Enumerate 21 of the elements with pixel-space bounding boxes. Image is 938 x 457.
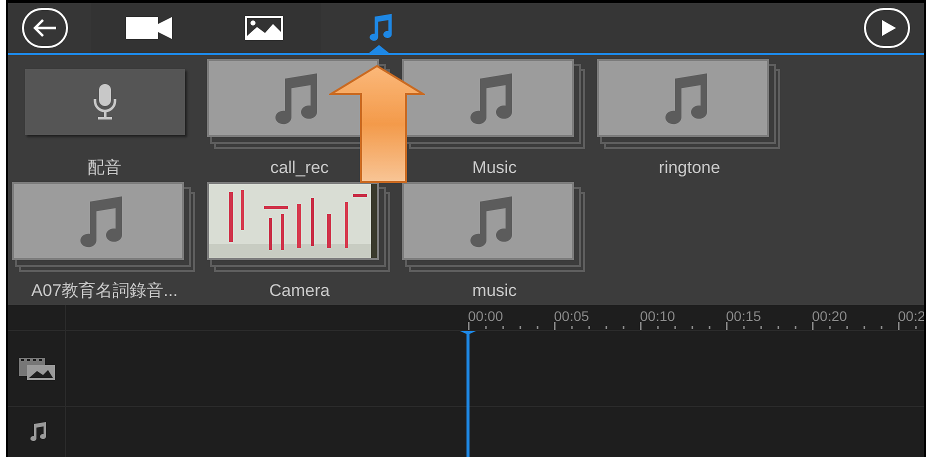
media-label[interactable]: Music <box>472 158 517 178</box>
media-label[interactable]: 配音 <box>88 158 122 178</box>
back-arrow-icon <box>32 18 58 38</box>
back-button[interactable] <box>22 8 68 48</box>
voiceover-button[interactable] <box>24 69 184 135</box>
media-label[interactable]: music <box>472 281 517 301</box>
media-label[interactable]: Camera <box>269 281 330 301</box>
time-label: 00:10 <box>640 308 676 324</box>
microphone-icon <box>92 84 116 120</box>
time-label: 00:05 <box>554 308 590 324</box>
video-camera-icon <box>126 17 172 39</box>
time-label: 00:15 <box>726 308 762 324</box>
time-label: 00:20 <box>812 308 848 324</box>
film-photo-icon <box>18 358 54 380</box>
time-label: 00:00 <box>468 308 504 324</box>
media-label[interactable]: ringtone <box>658 158 720 178</box>
media-label[interactable]: call_rec <box>270 158 329 178</box>
media-label[interactable]: A07教育名詞錄音... <box>31 281 178 301</box>
image-icon <box>244 16 282 40</box>
play-icon <box>882 20 896 36</box>
play-button[interactable] <box>864 8 910 48</box>
